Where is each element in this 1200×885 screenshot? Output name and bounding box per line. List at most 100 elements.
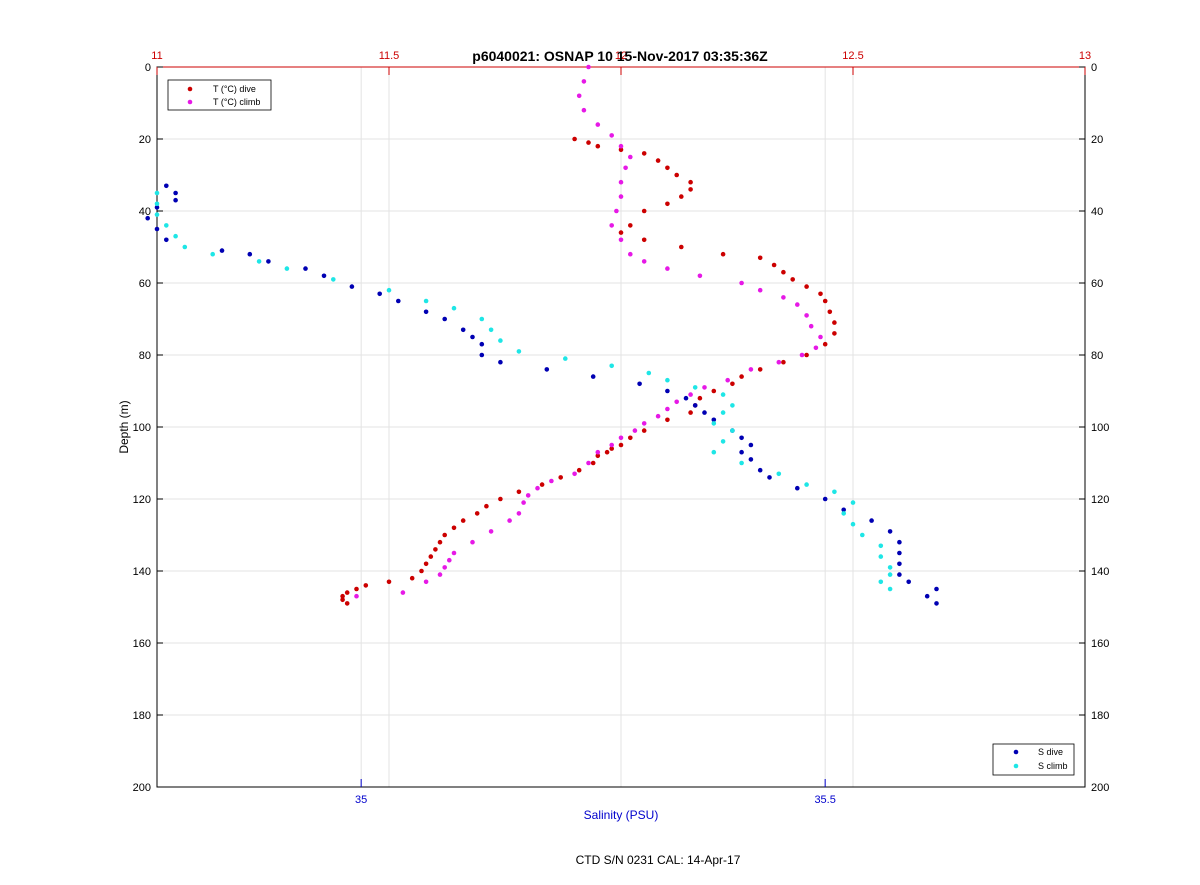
point-s-climb [776,471,782,477]
temperature-tick-label: 11 [151,50,162,62]
point-s-dive [164,183,169,189]
point-s-climb [887,572,893,577]
depth-tick-label-right: 80 [1091,350,1103,362]
depth-tick-label-right: 140 [1091,566,1109,578]
point-s-dive [460,327,466,333]
depth-tick-label-left: 200 [133,782,151,794]
point-t-c-dive [558,475,563,480]
point-t-c-dive [484,503,489,509]
point-t-c-climb [581,79,587,84]
point-t-c-climb [447,557,452,563]
depth-tick-label-left: 80 [139,350,151,362]
point-t-c-climb [525,493,531,498]
point-s-dive [154,226,160,232]
point-t-c-dive [665,417,670,423]
point-t-c-dive [628,223,633,228]
depth-tick-label-right: 0 [1091,62,1097,74]
point-t-c-dive [822,298,828,304]
point-t-c-dive [340,597,345,603]
ctd-profile-figure: 0 0 20 20 40 40 60 60 80 80 100 100 120 120 140 140 160 1… [0,0,1200,885]
point-s-climb [488,327,494,333]
point-s-climb [832,489,837,495]
depth-tick-label-right: 20 [1091,134,1103,146]
point-t-c-dive [460,518,466,523]
point-t-c-dive [618,230,624,235]
point-t-c-dive [739,374,744,379]
point-s-dive [748,442,754,448]
point-s-dive [173,190,178,196]
point-t-c-climb [618,237,624,243]
point-t-c-dive [344,590,350,595]
x-axis-label: Salinity (PSU) [584,808,659,822]
point-s-dive [266,259,271,264]
point-s-dive [757,467,763,473]
point-s-climb [451,305,457,311]
point-t-c-climb [586,64,591,70]
point-s-dive [897,572,902,577]
point-t-c-climb [576,93,582,99]
point-t-c-climb [586,460,591,466]
point-t-c-climb [400,590,406,595]
depth-tick-label-right: 120 [1091,494,1109,506]
point-t-c-dive [641,237,647,243]
point-s-climb [850,500,856,505]
point-s-climb [386,287,392,293]
point-t-c-climb [470,539,475,545]
point-s-dive [377,291,383,297]
point-t-c-dive [790,277,795,282]
point-s-climb [665,377,670,383]
point-t-c-dive [474,511,480,516]
point-t-c-climb [535,485,540,491]
point-t-c-climb [813,345,819,351]
point-s-climb [164,223,169,228]
point-t-c-dive [665,165,670,171]
point-s-dive [423,309,429,315]
legend-marker-t-dive [187,86,193,92]
point-s-climb [154,190,160,196]
point-t-c-dive [604,449,610,455]
point-t-c-climb [516,511,522,516]
point-s-dive [498,359,503,365]
point-t-c-climb [804,313,809,318]
point-s-dive [739,435,744,441]
point-t-c-climb [609,133,614,138]
point-t-c-dive [423,561,429,567]
point-t-c-dive [576,467,582,473]
point-t-c-dive [641,428,647,433]
point-t-c-dive [419,568,424,574]
point-s-climb [887,586,893,592]
point-t-c-climb [423,579,429,585]
point-s-dive [702,410,707,415]
calibration-footer: CTD S/N 0231 CAL: 14-Apr-17 [576,853,741,867]
point-t-c-climb [702,385,707,390]
legend-marker-s-climb [1013,763,1019,769]
point-s-dive [897,539,902,545]
point-s-climb [878,543,884,549]
point-t-c-climb [697,273,703,279]
point-t-c-dive [757,255,763,261]
point-t-c-dive [720,251,726,257]
depth-tick-label-right: 100 [1091,422,1109,434]
point-s-climb [210,251,215,257]
point-t-c-dive [688,179,693,185]
point-s-climb [860,532,865,538]
depth-tick-label-left: 20 [139,134,151,146]
point-t-c-climb [595,449,601,455]
point-t-c-dive [628,435,633,441]
point-t-c-dive [688,187,693,192]
point-t-c-climb [655,413,661,419]
point-s-dive [349,284,355,289]
point-t-c-dive [832,331,837,336]
point-s-dive [637,381,642,387]
point-t-c-climb [354,593,359,599]
point-t-c-climb [748,367,754,372]
point-t-c-climb [609,442,614,448]
point-s-climb [730,403,735,408]
point-t-c-dive [832,320,837,325]
point-s-dive [869,518,874,523]
point-t-c-climb [674,399,679,405]
depth-tick-label-right: 160 [1091,638,1109,650]
point-t-c-dive [442,532,448,538]
point-s-dive [897,550,902,556]
point-t-c-dive [679,194,684,199]
